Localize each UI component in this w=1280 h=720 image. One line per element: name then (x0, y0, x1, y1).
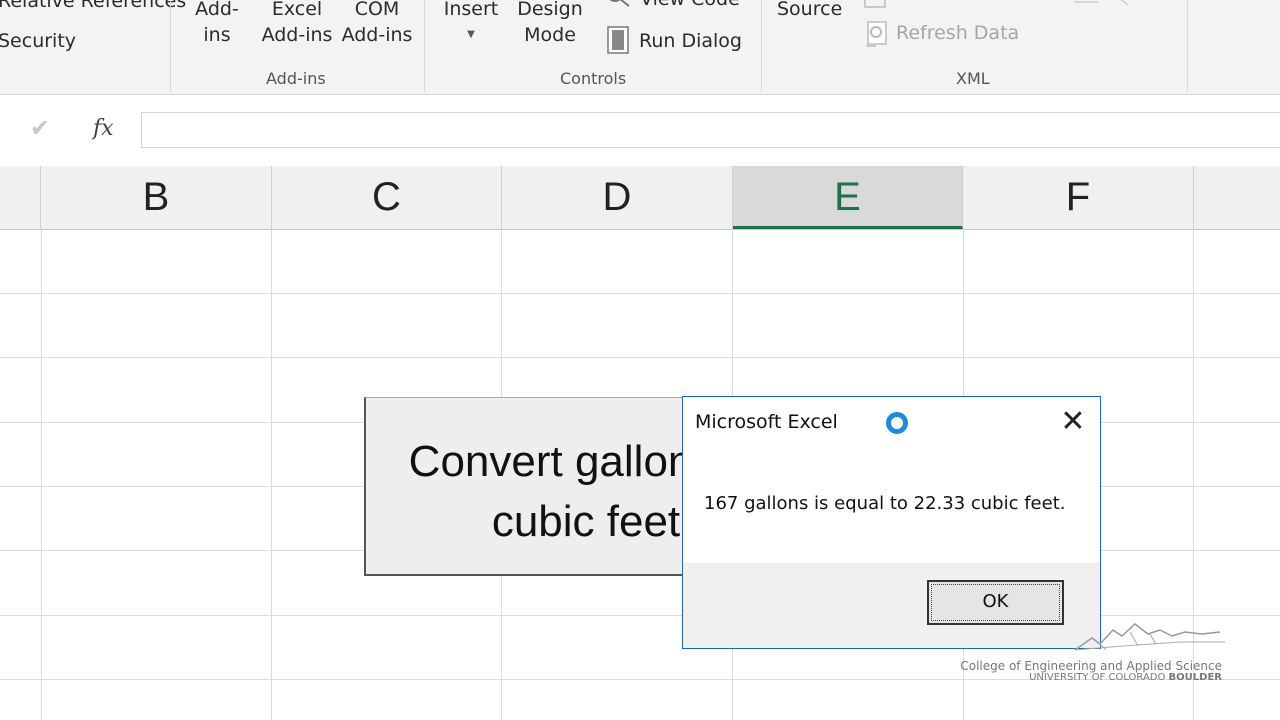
column-header-d[interactable]: D (502, 166, 733, 229)
column-header-b[interactable]: B (41, 166, 272, 229)
dialog-title: Microsoft Excel (695, 411, 838, 433)
run-dialog-button[interactable]: Run Dialog (639, 28, 742, 54)
busy-cursor-icon (886, 412, 908, 434)
relative-references-button[interactable]: Relative References (0, 0, 186, 14)
shape-label: Convert gallons to cubic feet (366, 432, 693, 552)
column-line (271, 229, 272, 720)
com-addins-label-2: Add-ins (341, 24, 413, 46)
ribbon-divider (424, 0, 425, 92)
column-header-c[interactable]: C (272, 166, 502, 229)
group-label-addins: Add-ins (266, 69, 326, 88)
column-header-e[interactable]: E (733, 166, 963, 229)
column-header-a-partial[interactable] (0, 166, 41, 229)
addins-button-label-1: Add- (195, 0, 239, 20)
insert-controls-button[interactable]: Insert ▼ (440, 0, 502, 48)
group-label-controls: Controls (560, 69, 627, 88)
design-mode-label-1: Design (517, 0, 583, 20)
macro-security-button[interactable]: Security (0, 28, 76, 54)
column-header-f[interactable]: F (963, 166, 1194, 229)
shape-label-line-1: Convert gallons to (408, 437, 693, 486)
refresh-data-icon (864, 20, 892, 48)
group-label-xml: XML (956, 69, 990, 88)
ribbon-divider (761, 0, 762, 92)
watermark-university: UNIVERSITY OF COLORADO BOULDER (1029, 672, 1222, 683)
com-addins-label-1: COM (354, 0, 400, 20)
dialog-message: 167 gallons is equal to 22.33 cubic feet… (704, 493, 1066, 514)
addins-button[interactable]: Add- ins (190, 0, 244, 48)
excel-addins-label-2: Add-ins (261, 24, 333, 46)
insert-function-button[interactable]: fx (93, 116, 114, 141)
row-line (0, 293, 1280, 294)
source-button[interactable]: Source (777, 0, 842, 22)
excel-addins-button[interactable]: Excel Add-ins (258, 0, 336, 48)
map-properties-icon (864, 0, 886, 8)
view-code-icon (603, 0, 633, 8)
refresh-data-button[interactable]: Refresh Data (896, 20, 1019, 46)
close-icon[interactable]: ✕ (1055, 405, 1091, 439)
excel-addins-label-1: Excel (271, 0, 323, 20)
com-addins-button[interactable]: COM Add-ins (338, 0, 416, 48)
ribbon: Relative References Security Add- ins Ex… (0, 0, 1280, 95)
ok-button[interactable]: OK (927, 580, 1064, 625)
shape-label-line-2: cubic feet (491, 497, 681, 546)
watermark-campus: BOULDER (1168, 672, 1222, 683)
insert-label: Insert (443, 0, 499, 20)
run-dialog-icon (606, 26, 630, 54)
formula-input[interactable] (141, 112, 1280, 148)
watermark-university-name: UNIVERSITY OF COLORADO (1029, 672, 1169, 683)
message-box: Microsoft Excel ✕ 167 gallons is equal t… (682, 396, 1101, 649)
chevron-down-icon: ▼ (467, 29, 475, 40)
column-line (41, 229, 42, 720)
ribbon-divider (1187, 0, 1188, 92)
addins-button-label-2: ins (203, 24, 231, 46)
watermark-college: College of Engineering and Applied Scien… (960, 659, 1222, 673)
ribbon-divider (170, 0, 171, 92)
convert-macro-shape[interactable]: Convert gallons to cubic feet (364, 397, 694, 576)
design-mode-button[interactable]: Design Mode (514, 0, 586, 48)
view-code-button[interactable]: View Code (640, 0, 740, 12)
export-icon (1072, 0, 1132, 6)
enter-check-icon[interactable]: ✔ (30, 114, 50, 142)
design-mode-label-2: Mode (524, 24, 576, 46)
row-line (0, 357, 1280, 358)
